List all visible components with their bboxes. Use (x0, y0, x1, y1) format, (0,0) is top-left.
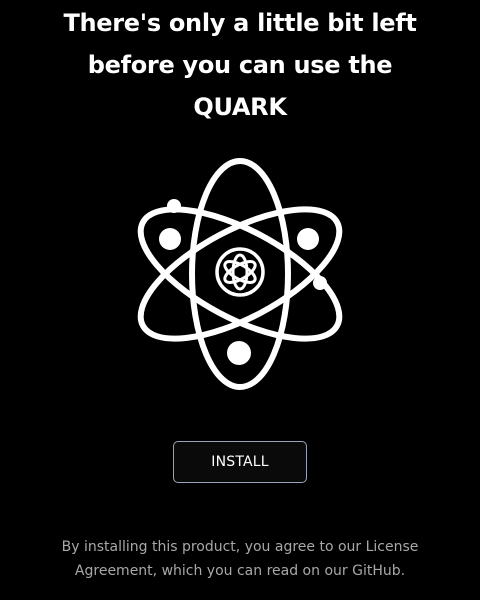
install-button[interactable]: INSTALL (173, 441, 307, 483)
license-notice-line-2: Agreement, which you can read on our Git… (74, 563, 406, 579)
page-title-line-2: before you can use the (87, 51, 393, 79)
page-title-line-3: QUARK (193, 93, 287, 121)
page-title-line-1: There's only a little bit left (63, 9, 417, 37)
quark-logo (96, 146, 388, 408)
page-title: There's only a little bit left before yo… (0, 2, 480, 128)
license-notice: By installing this product, you agree to… (20, 535, 460, 583)
license-notice-line-1: By installing this product, you agree to… (61, 539, 419, 555)
installer-page: There's only a little bit left before yo… (0, 0, 480, 600)
atom-icon (137, 158, 343, 390)
